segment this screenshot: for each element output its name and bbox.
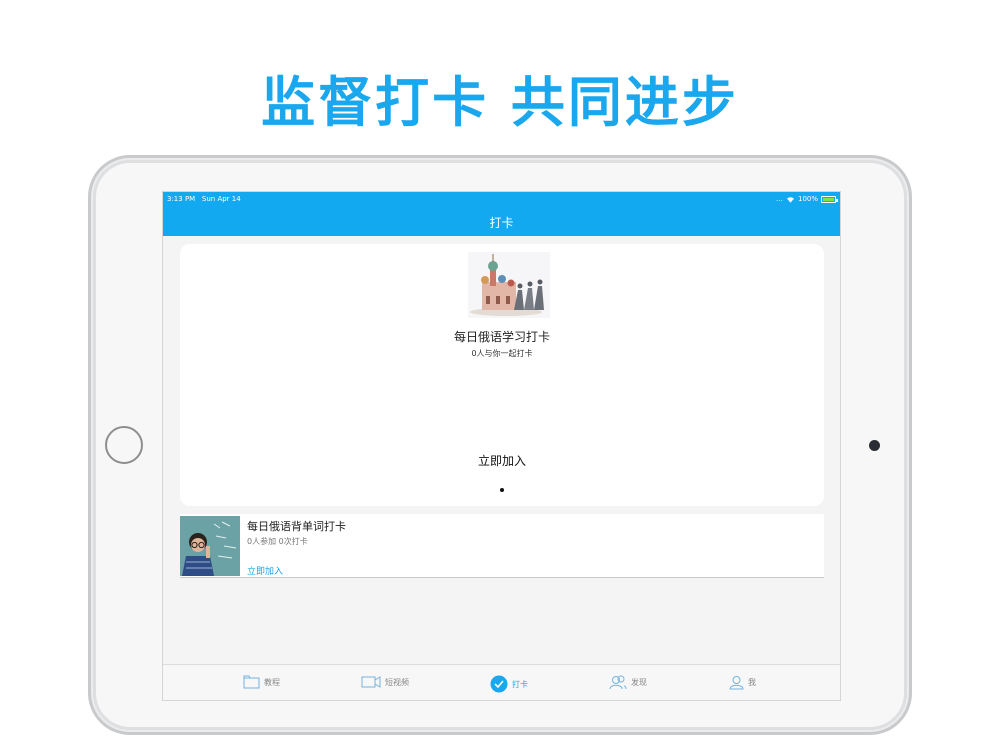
tab-label-short-video: 短视频 bbox=[385, 677, 409, 687]
checkin-list-item[interactable]: 每日俄语背单词打卡 0人参加 0次打卡 立即加入 bbox=[180, 514, 824, 578]
featured-join-button[interactable]: 立即加入 bbox=[180, 452, 824, 469]
people-icon bbox=[609, 675, 627, 690]
video-camera-icon bbox=[361, 676, 381, 688]
person-icon bbox=[729, 676, 744, 690]
featured-title: 每日俄语学习打卡 bbox=[453, 330, 550, 344]
featured-participants: 0人与你一起打卡 bbox=[471, 349, 533, 358]
tab-tutorial[interactable]: 教程 bbox=[243, 675, 280, 689]
tab-label-me: 我 bbox=[748, 678, 756, 687]
check-circle-icon bbox=[490, 675, 508, 693]
item-title: 每日俄语背单词打卡 bbox=[247, 520, 346, 533]
front-camera bbox=[869, 440, 880, 451]
tab-bar: 教程 短视频 打卡 发现 我 bbox=[163, 664, 840, 700]
item-join-link[interactable]: 立即加入 bbox=[247, 564, 283, 577]
battery-icon bbox=[821, 195, 838, 203]
item-stats: 0人参加 0次打卡 bbox=[247, 537, 308, 546]
status-time: 3:13 PM bbox=[167, 195, 196, 203]
tab-me[interactable]: 我 bbox=[729, 675, 756, 690]
tab-label-tutorial: 教程 bbox=[264, 677, 280, 687]
tab-label-discover: 发现 bbox=[631, 678, 647, 687]
wifi-icon bbox=[786, 196, 794, 203]
cathedral-illustration bbox=[468, 252, 550, 318]
navigation-bar: 3:13 PM Sun Apr 14 … 100% 打卡 bbox=[163, 192, 840, 236]
app-screen: 3:13 PM Sun Apr 14 … 100% 打卡 每日俄语学习打卡 0人… bbox=[162, 191, 841, 701]
home-button[interactable] bbox=[105, 426, 143, 464]
student-chalkboard-thumbnail bbox=[180, 516, 240, 576]
page-title: 打卡 bbox=[489, 216, 514, 230]
status-date: Sun Apr 14 bbox=[201, 195, 241, 203]
tab-discover[interactable]: 发现 bbox=[609, 675, 647, 690]
page-indicator-dot bbox=[500, 488, 504, 492]
tab-label-checkin: 打卡 bbox=[512, 679, 528, 689]
battery-percent: 100% bbox=[797, 195, 818, 203]
tab-checkin[interactable]: 打卡 bbox=[490, 675, 528, 693]
signal-dots-icon: … bbox=[775, 195, 783, 203]
headline: 监督打卡 共同进步 bbox=[261, 71, 739, 134]
status-bar: 3:13 PM Sun Apr 14 … 100% bbox=[167, 195, 838, 207]
status-time-date: 3:13 PM Sun Apr 14 bbox=[167, 195, 241, 203]
folder-icon bbox=[243, 675, 260, 689]
featured-checkin-card[interactable]: 每日俄语学习打卡 0人与你一起打卡 立即加入 bbox=[180, 244, 824, 506]
status-right: … 100% bbox=[775, 195, 838, 203]
tab-short-video[interactable]: 短视频 bbox=[361, 675, 409, 689]
